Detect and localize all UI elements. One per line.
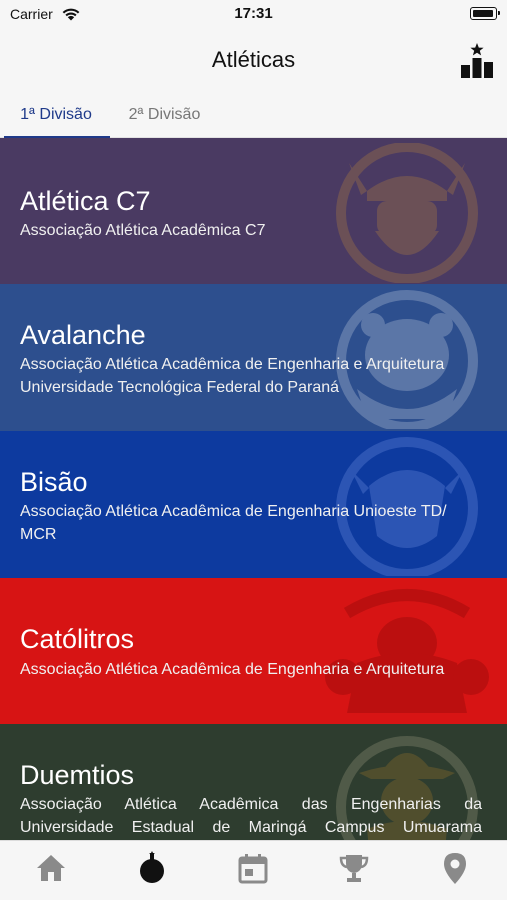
trophy-icon[interactable] <box>337 851 371 885</box>
team-name: Bisão <box>20 467 88 497</box>
clock: 17:31 <box>234 5 273 22</box>
status-bar: Carrier 17:31 <box>0 0 507 30</box>
tab-first-division[interactable]: 1ª Divisão <box>0 94 112 138</box>
podium-icon[interactable] <box>459 41 495 79</box>
division-tabs: 1ª Divisão 2ª Divisão <box>0 94 507 138</box>
home-icon[interactable] <box>34 851 68 885</box>
team-description: Associação Atlética Acadêmica de Engenha… <box>20 356 445 396</box>
team-card-atletica-c7[interactable]: Atlética C7 Associação Atlética Acadêmic… <box>0 138 507 284</box>
muscle-monster-emblem <box>325 589 489 713</box>
team-description: Associação Atlética Acadêmica de Engenha… <box>20 503 447 543</box>
team-description: Associação Atlética Acadêmica das Engenh… <box>20 796 482 836</box>
bomb-icon[interactable] <box>135 851 169 885</box>
battery-icon <box>470 7 500 20</box>
viking-emblem <box>336 143 478 283</box>
team-card-bisao[interactable]: Bisão Associação Atlética Acadêmica de E… <box>0 431 507 578</box>
team-name: Católitros <box>20 624 135 654</box>
tab-bar <box>0 840 507 900</box>
calendar-icon[interactable] <box>236 851 270 885</box>
team-card-catolitros[interactable]: Católitros Associação Atlética Acadêmica… <box>0 578 507 724</box>
team-name: Duemtios <box>20 760 135 790</box>
team-name: Atlética C7 <box>20 186 151 216</box>
team-list: Atlética C7 Associação Atlética Acadêmic… <box>0 138 507 840</box>
tab-second-division[interactable]: 2ª Divisão <box>112 94 217 138</box>
team-description: Associação Atlética Acadêmica C7 <box>20 222 266 239</box>
team-card-avalanche[interactable]: Avalanche Associação Atlética Acadêmica … <box>0 284 507 431</box>
team-card-duemtios[interactable]: Duemtios Associação Atlética Acadêmica d… <box>0 724 507 840</box>
navigation-bar: Atléticas <box>0 30 507 94</box>
team-description: Associação Atlética Acadêmica de Engenha… <box>20 661 445 678</box>
team-name: Avalanche <box>20 320 146 350</box>
location-pin-icon[interactable] <box>438 851 472 885</box>
page-title: Atléticas <box>211 47 296 72</box>
